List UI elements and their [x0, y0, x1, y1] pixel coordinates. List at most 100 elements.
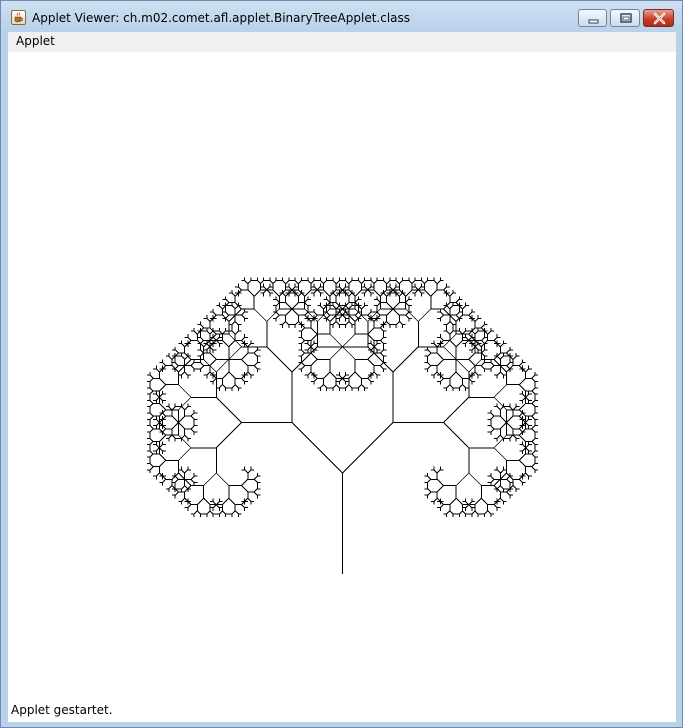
tree-branch: [493, 359, 501, 367]
tree-branch: [203, 472, 217, 486]
tree-branch: [518, 453, 526, 461]
tree-branch: [421, 280, 425, 284]
tree-branch: [354, 371, 362, 379]
tree-branch: [206, 510, 211, 515]
tree-branch: [206, 371, 211, 376]
tree-branch: [455, 371, 463, 379]
tree-branch: [433, 469, 438, 474]
tree-branch: [307, 371, 312, 376]
tree-branch: [449, 384, 454, 389]
close-button[interactable]: [643, 9, 674, 27]
menu-applet[interactable]: Applet: [15, 33, 56, 49]
tree-branch: [449, 305, 454, 310]
tree-branch: [209, 510, 214, 515]
tree-branch: [329, 314, 337, 322]
tree-branch: [342, 333, 356, 348]
tree-branch: [253, 478, 258, 483]
tree-branch: [301, 327, 305, 332]
tree-branch: [181, 497, 186, 502]
tree-branch: [241, 377, 246, 382]
tree-branch: [376, 311, 381, 316]
tree-branch: [149, 441, 154, 445]
tree-branch: [231, 384, 236, 389]
tree-branch: [439, 314, 444, 319]
tree-branch: [499, 485, 504, 490]
tree-branch: [392, 302, 400, 310]
title-bar[interactable]: Applet Viewer: ch.m02.comet.afl.applet.B…: [1, 1, 682, 33]
tree-branch: [323, 289, 331, 297]
tree-branch: [439, 504, 444, 509]
tree-branch: [392, 308, 400, 316]
tree-branch: [159, 384, 167, 392]
tree-branch: [455, 299, 460, 303]
tree-branch: [253, 352, 258, 357]
maximize-icon: [620, 13, 632, 23]
tree-branch: [260, 280, 264, 284]
menu-bar: Applet: [8, 32, 676, 52]
tree-branch: [462, 384, 466, 389]
tree-branch: [484, 510, 489, 515]
tree-branch: [304, 308, 318, 322]
tree-branch: [373, 371, 378, 376]
tree-branch: [310, 280, 315, 284]
tree-branch: [446, 330, 451, 335]
tree-branch: [518, 377, 526, 385]
tree-branch: [266, 346, 293, 373]
tree-branch: [190, 365, 195, 370]
tree-branch: [174, 362, 179, 367]
tree-branch: [184, 406, 189, 411]
tree-branch: [531, 403, 536, 408]
applet-canvas[interactable]: [8, 52, 676, 700]
tree-branch: [474, 317, 479, 322]
tree-branch: [348, 314, 356, 322]
tree-branch: [490, 428, 495, 433]
tree-branch: [449, 330, 454, 335]
tree-branch: [323, 371, 331, 379]
tree-branch: [247, 371, 252, 376]
tree-branch: [219, 384, 223, 389]
tree-branch: [184, 434, 189, 439]
tree-branch: [241, 359, 249, 367]
tree-branch: [373, 289, 381, 297]
tree-branch: [474, 371, 479, 376]
tree-branch: [190, 415, 195, 420]
tree-branch: [168, 355, 173, 360]
tree-branch: [310, 359, 318, 367]
tree-branch: [405, 289, 413, 297]
minimize-button[interactable]: [578, 9, 607, 27]
tree-branch: [405, 308, 419, 322]
tree-branch: [361, 384, 365, 389]
tree-branch: [490, 362, 495, 367]
tree-branch: [297, 280, 302, 284]
tree-branch: [178, 415, 186, 423]
tree-branch: [184, 371, 189, 376]
tree-branch: [241, 352, 249, 360]
tree-branch: [386, 280, 391, 284]
maximize-button[interactable]: [610, 9, 640, 27]
tree-branch: [531, 374, 536, 379]
tree-branch: [149, 390, 154, 395]
tree-branch: [269, 280, 274, 284]
tree-branch: [329, 333, 343, 348]
tree-branch: [342, 422, 394, 474]
tree-branch: [446, 384, 451, 389]
tree-branch: [506, 478, 511, 483]
tree-branch: [424, 280, 429, 284]
tree-branch: [417, 308, 432, 322]
tree-branch: [345, 321, 350, 326]
tree-branch: [367, 327, 375, 335]
tree-branch: [449, 292, 454, 297]
tree-branch: [190, 428, 195, 433]
tree-branch: [458, 384, 463, 389]
tree-branch: [184, 485, 189, 490]
tree-branch: [181, 355, 186, 360]
tree-branch: [149, 387, 154, 392]
tree-branch: [190, 478, 195, 483]
tree-branch: [155, 368, 160, 373]
tree-branch: [433, 497, 438, 502]
tree-branch: [405, 314, 410, 319]
tree-branch: [294, 280, 299, 284]
tree-branch: [468, 472, 482, 486]
tree-branch: [531, 450, 536, 455]
tree-branch: [436, 485, 444, 493]
